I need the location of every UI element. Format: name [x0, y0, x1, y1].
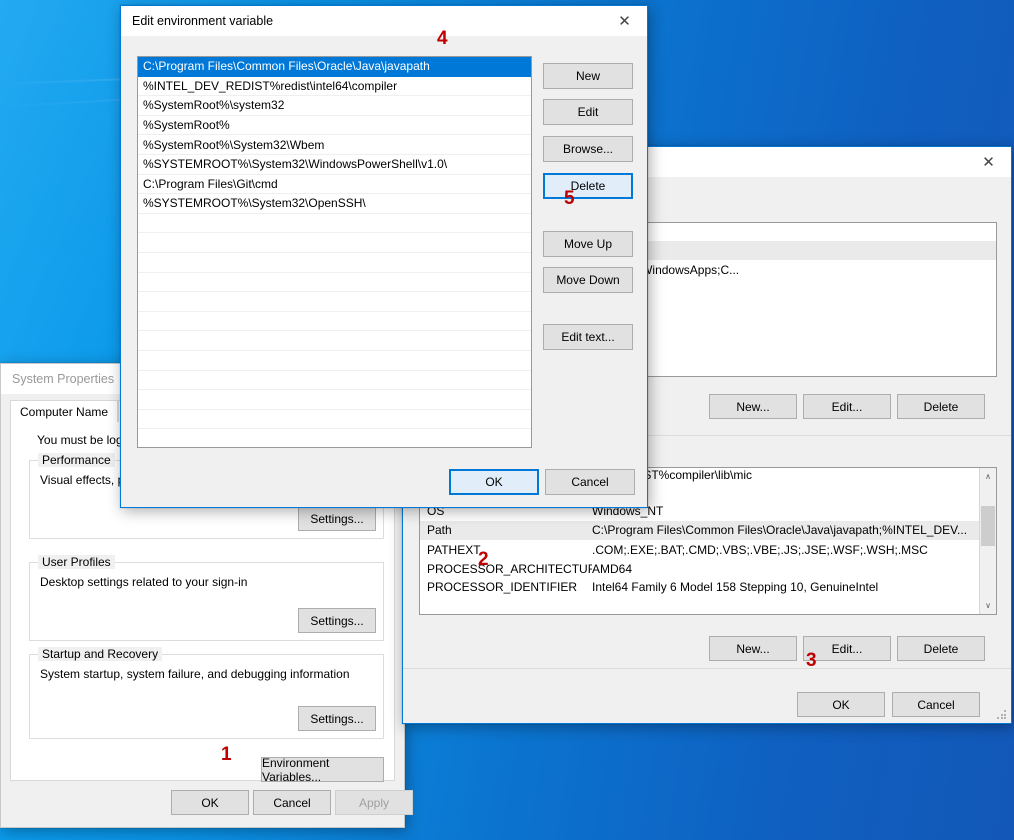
system-properties-apply-button: Apply — [335, 790, 413, 815]
resize-grip[interactable] — [996, 709, 1008, 721]
system-properties-ok-button[interactable]: OK — [171, 790, 249, 815]
scroll-up-icon[interactable]: ∧ — [980, 468, 996, 485]
list-item[interactable]: %SYSTEMROOT%\System32\OpenSSH\ — [138, 194, 531, 214]
tab-computer-name[interactable]: Computer Name — [10, 400, 119, 423]
edit-environment-variable-titlebar[interactable]: Edit environment variable ✕ — [121, 6, 647, 36]
annotation-marker-5: 5 — [564, 188, 575, 209]
performance-settings-button[interactable]: Settings... — [298, 506, 376, 531]
system-variable-value: Windows_NT — [592, 504, 664, 519]
system-variable-name: PATHEXT — [427, 542, 481, 557]
edit-environment-variable-ok-button[interactable]: OK — [449, 469, 539, 495]
close-icon[interactable]: ✕ — [966, 147, 1011, 177]
system-properties-title: System Properties — [12, 372, 115, 386]
system-variable-value: EV_REDIST%compiler\lib\mic — [592, 468, 753, 482]
annotation-marker-3: 3 — [806, 650, 817, 671]
footer-divider — [403, 668, 1011, 669]
list-item-empty[interactable] — [138, 410, 531, 430]
system-variable-name: PROCESSOR_IDENTIFIER — [427, 579, 578, 594]
user-variables-delete-button[interactable]: Delete — [897, 394, 985, 419]
list-item[interactable]: %SYSTEMROOT%\System32\WindowsPowerShell\… — [138, 155, 531, 175]
system-variable-name: Path — [427, 523, 452, 538]
list-item[interactable]: C:\Program Files\Common Files\Oracle\Jav… — [138, 57, 531, 77]
list-item-empty[interactable] — [138, 371, 531, 391]
list-item[interactable]: %INTEL_DEV_REDIST%redist\intel64\compile… — [138, 77, 531, 97]
annotation-marker-4: 4 — [437, 28, 448, 49]
path-entries-list[interactable]: C:\Program Files\Common Files\Oracle\Jav… — [137, 56, 532, 448]
user-profiles-group-label: User Profiles — [38, 555, 115, 569]
list-item-empty[interactable] — [138, 214, 531, 234]
list-item-empty[interactable] — [138, 390, 531, 410]
system-variable-name: PROCESSOR_ARCHITECTURE — [427, 562, 592, 577]
path-move-up-button[interactable]: Move Up — [543, 231, 633, 257]
edit-environment-variable-cancel-button[interactable]: Cancel — [545, 469, 635, 495]
scrollbar-thumb[interactable] — [981, 506, 995, 546]
system-variable-value: .COM;.EXE;.BAT;.CMD;.VBS;.VBE;.JS;.JSE;.… — [592, 542, 928, 557]
system-variable-value: 6 — [592, 485, 996, 499]
user-profiles-settings-button[interactable]: Settings... — [298, 608, 376, 633]
environment-variables-button[interactable]: Environment Variables... — [261, 756, 384, 784]
system-variable-value: C:\Program Files\Common Files\Oracle\Jav… — [592, 523, 968, 538]
environment-variables-cancel-button[interactable]: Cancel — [892, 692, 980, 717]
annotation-marker-2: 2 — [478, 549, 489, 570]
list-item-empty[interactable] — [138, 331, 531, 351]
user-variables-edit-button[interactable]: Edit... — [803, 394, 891, 419]
user-profiles-group: User Profiles Desktop settings related t… — [29, 555, 384, 641]
path-move-down-button[interactable]: Move Down — [543, 267, 633, 293]
list-item-empty[interactable] — [138, 351, 531, 371]
edit-environment-variable-window[interactable]: Edit environment variable ✕ C:\Program F… — [120, 5, 648, 508]
annotation-marker-1: 1 — [221, 744, 232, 765]
system-variable-value: AMD64 — [592, 562, 633, 577]
path-edit-text-button[interactable]: Edit text... — [543, 324, 633, 350]
system-properties-cancel-button[interactable]: Cancel — [253, 790, 331, 815]
list-item[interactable]: %SystemRoot%\system32 — [138, 96, 531, 116]
environment-variables-ok-button[interactable]: OK — [797, 692, 885, 717]
list-item-empty[interactable] — [138, 312, 531, 332]
system-variables-scrollbar[interactable]: ∧ ∨ — [979, 468, 996, 614]
system-variables-new-button[interactable]: New... — [709, 636, 797, 661]
user-profiles-description: Desktop settings related to your sign-in — [40, 575, 248, 589]
system-variables-delete-button[interactable]: Delete — [897, 636, 985, 661]
path-browse-button[interactable]: Browse... — [543, 136, 633, 162]
startup-recovery-group: Startup and Recovery System startup, sys… — [29, 647, 384, 739]
table-row[interactable]: PROCESSOR_IDENTIFIER Intel64 Family 6 Mo… — [420, 579, 996, 595]
list-item[interactable]: %SystemRoot%\System32\Wbem — [138, 135, 531, 155]
system-variable-value: Intel64 Family 6 Model 158 Stepping 10, … — [592, 579, 879, 594]
startup-recovery-settings-button[interactable]: Settings... — [298, 706, 376, 731]
startup-recovery-group-label: Startup and Recovery — [38, 647, 163, 661]
table-row[interactable]: PROCESSOR_ARCHITECTURE AMD64 — [420, 560, 996, 579]
list-item-empty[interactable] — [138, 292, 531, 312]
list-item[interactable]: %SystemRoot% — [138, 116, 531, 136]
scroll-down-icon[interactable]: ∨ — [980, 597, 996, 614]
edit-environment-variable-title: Edit environment variable — [132, 14, 274, 28]
list-item-empty[interactable] — [138, 253, 531, 273]
startup-recovery-description: System startup, system failure, and debu… — [40, 667, 350, 681]
path-new-button[interactable]: New — [543, 63, 633, 89]
close-icon[interactable]: ✕ — [602, 6, 647, 36]
user-variables-new-button[interactable]: New... — [709, 394, 797, 419]
list-item-empty[interactable] — [138, 273, 531, 293]
path-edit-button[interactable]: Edit — [543, 99, 633, 125]
list-item-empty[interactable] — [138, 233, 531, 253]
path-delete-button[interactable]: Delete — [543, 173, 633, 199]
performance-group-label: Performance — [38, 453, 115, 467]
table-row[interactable]: PATHEXT .COM;.EXE;.BAT;.CMD;.VBS;.VBE;.J… — [420, 540, 996, 559]
table-row[interactable]: Path C:\Program Files\Common Files\Oracl… — [420, 520, 996, 541]
list-item[interactable]: C:\Program Files\Git\cmd — [138, 175, 531, 195]
